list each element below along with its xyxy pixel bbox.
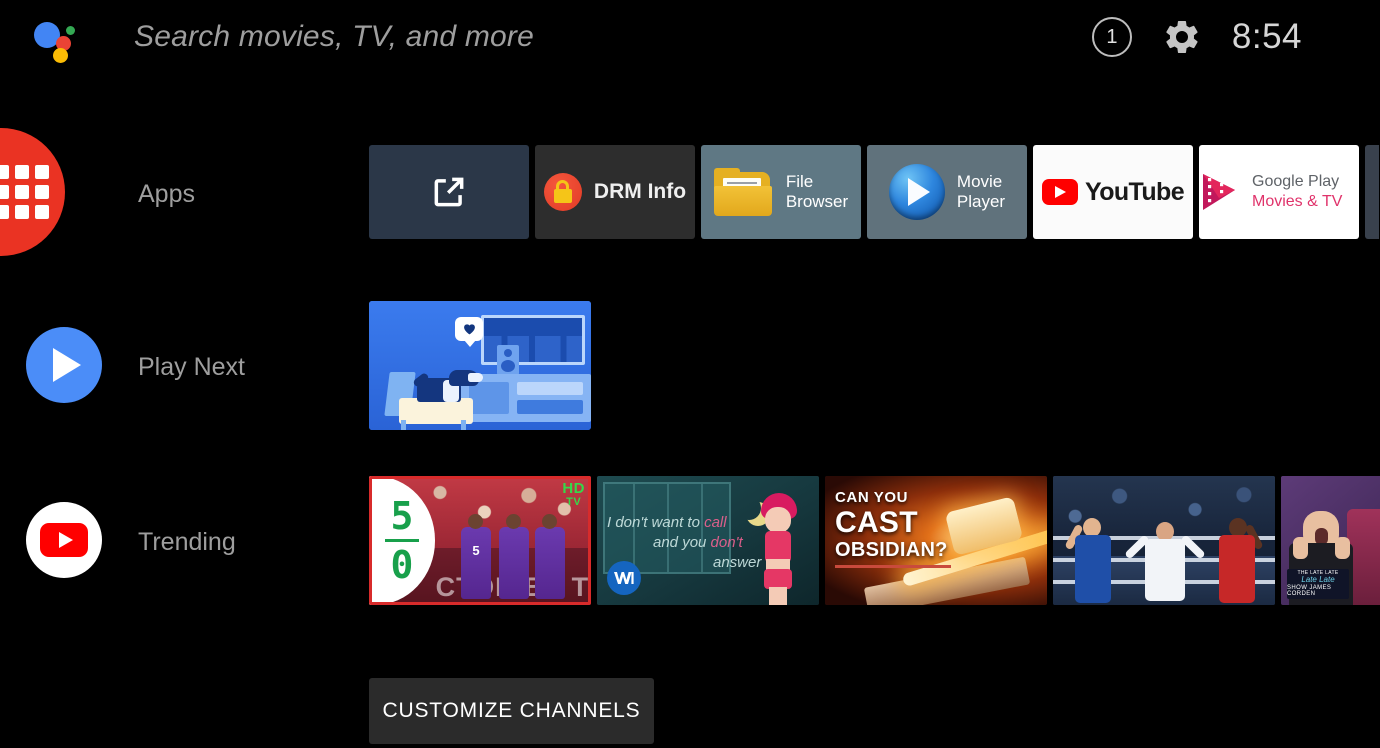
top-bar-status-area: 1 8:54 xyxy=(1091,0,1380,74)
lock-badge-icon xyxy=(543,173,582,211)
play-triangle xyxy=(53,348,81,382)
movie-player-label: Movie Player xyxy=(956,171,1006,211)
folder-icon xyxy=(713,168,774,216)
referee xyxy=(1124,497,1206,601)
logo-line3: SHOW JAMES CORDEN xyxy=(1287,584,1332,597)
youtube-logo-icon: YouTube xyxy=(1041,177,1185,207)
apps-grid-icon[interactable] xyxy=(0,128,65,256)
play-movies-film-icon xyxy=(1199,172,1243,212)
notification-badge[interactable]: 1 xyxy=(1091,17,1132,57)
watch-next-card[interactable] xyxy=(369,301,591,430)
file-browser-label: File Browser xyxy=(785,171,849,211)
file-browser-tile[interactable]: File Browser xyxy=(701,145,861,239)
customize-channels-button[interactable]: CUSTOMIZE CHANNELS xyxy=(369,678,654,744)
cast-obsidian-thumbnail[interactable]: CAN YOU CAST OBSIDIAN? xyxy=(825,476,1047,605)
play-next-row-header[interactable]: Play Next xyxy=(0,301,330,430)
assistant-dot-yellow xyxy=(53,48,68,63)
obsidian-title-line2: CAST xyxy=(835,506,918,539)
warner-music-icon xyxy=(607,561,641,595)
lyric-video-thumbnail[interactable]: I don't want to call and you don't answe… xyxy=(597,476,819,605)
trending-row-label: Trending xyxy=(138,528,236,556)
soccer-highlights-thumbnail[interactable]: CTOR BY TV 5 5 0 HD TV xyxy=(369,476,591,605)
obsidian-title-line1: CAN YOU xyxy=(835,489,909,506)
apps-strip: DRM Info File Browser Movie Player YouTu… xyxy=(369,145,1379,239)
trending-icon-wrap: Trending xyxy=(0,476,330,605)
drm-info-label: DRM Info xyxy=(593,180,687,203)
assistant-dot-green xyxy=(66,26,75,35)
play-next-strip xyxy=(369,301,591,430)
search-input[interactable]: Search movies, TV, and more xyxy=(134,20,534,54)
youtube-tile[interactable]: YouTube xyxy=(1033,145,1193,239)
logo-line2: Late Late xyxy=(1301,575,1335,585)
gear-icon[interactable] xyxy=(1162,17,1202,57)
external-link-icon xyxy=(430,173,468,211)
trending-strip: CTOR BY TV 5 5 0 HD TV xyxy=(369,476,1380,605)
youtube-label: YouTube xyxy=(1084,177,1185,206)
google-play-tile[interactable]: Google Play Movies & TV xyxy=(1199,145,1359,239)
girl-illustration xyxy=(753,493,805,605)
boxing-match-thumbnail[interactable] xyxy=(1053,476,1275,605)
heart-bubble-icon xyxy=(455,317,483,347)
next-app-tile-peek[interactable] xyxy=(1365,145,1379,239)
drm-info-tile[interactable]: DRM Info xyxy=(535,145,695,239)
dog-illustration xyxy=(412,356,483,402)
clock: 8:54 xyxy=(1231,17,1302,56)
open-link-tile[interactable] xyxy=(369,145,529,239)
top-bar: Search movies, TV, and more 1 8:54 xyxy=(0,0,1380,74)
google-play-label-line2: Movies & TV xyxy=(1252,193,1343,210)
apps-row-icon-wrap: Apps xyxy=(0,128,240,256)
play-circle-icon[interactable] xyxy=(26,327,102,403)
lyric-line-2: and you don't xyxy=(653,534,743,551)
speaker-illustration xyxy=(497,345,519,375)
obsidian-title-line3: OBSIDIAN? xyxy=(835,539,948,561)
google-assistant-icon[interactable] xyxy=(34,14,86,63)
apps-row-label: Apps xyxy=(138,180,195,208)
youtube-play-badge xyxy=(40,523,88,557)
google-play-label: Google Play Movies & TV xyxy=(1252,172,1359,211)
boxer-blue xyxy=(1064,501,1113,603)
movie-player-tile[interactable]: Movie Player xyxy=(867,145,1027,239)
google-play-label-line1: Google Play xyxy=(1252,173,1340,191)
thumbnail-red-frame xyxy=(369,476,591,605)
lyric-line-1: I don't want to call xyxy=(607,514,727,531)
boxer-red xyxy=(1215,501,1264,603)
youtube-circle-icon[interactable] xyxy=(26,502,102,578)
play-next-icon-wrap: Play Next xyxy=(0,301,330,430)
title-underline xyxy=(835,565,951,568)
trending-row-header[interactable]: Trending xyxy=(0,476,330,605)
apps-row-header[interactable]: Apps xyxy=(0,128,240,256)
play-circle-glossy-icon xyxy=(888,164,945,220)
play-next-row-label: Play Next xyxy=(138,353,245,381)
late-late-show-logo: THE LATE LATE Late Late SHOW JAMES CORDE… xyxy=(1287,569,1349,599)
late-late-show-thumbnail[interactable]: THE LATE LATE Late Late SHOW JAMES CORDE… xyxy=(1281,476,1380,605)
apps-grid-squares xyxy=(0,165,49,219)
